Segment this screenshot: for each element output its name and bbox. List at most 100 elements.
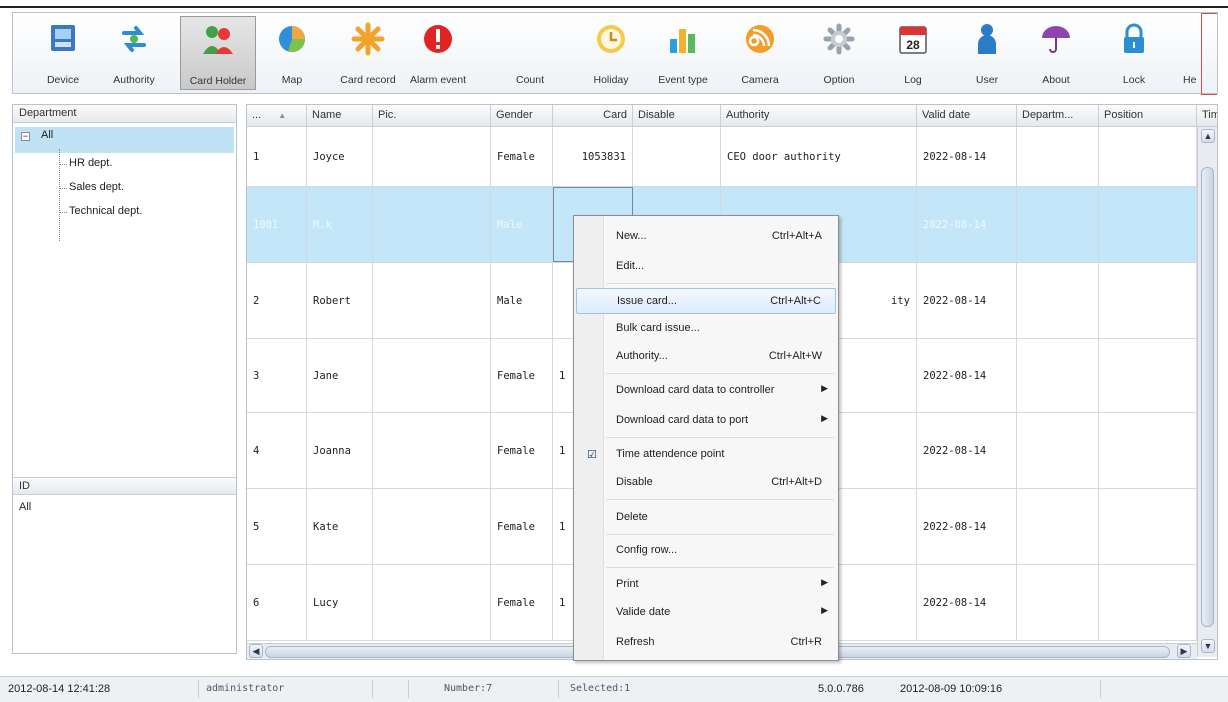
main-toolbar: Device Authority Card Holder Map Card re… (12, 12, 1218, 95)
toolbar-help-button[interactable]: He (1183, 16, 1203, 90)
menu-item-disable[interactable]: Disable Ctrl+Alt+D (576, 470, 836, 496)
cell-position (1099, 413, 1197, 488)
sort-ascending-icon: ▲ (278, 111, 287, 120)
cell-department (1017, 127, 1099, 186)
toolbar-log-button[interactable]: 28 Log (891, 16, 935, 90)
cell-card: 1053831 (553, 127, 633, 186)
cell-gender: Female (491, 413, 553, 488)
cell-valid-date: 2022-08-14 (917, 263, 1017, 338)
cell-valid-date: 2022-08-14 (917, 187, 1017, 262)
cell-gender: Male (491, 187, 553, 262)
column-header-time[interactable]: Tim (1197, 105, 1217, 127)
umbrella-icon (1042, 26, 1070, 53)
menu-separator (606, 534, 834, 535)
vertical-scrollbar[interactable]: ▲ ▼ (1197, 127, 1217, 657)
column-header-number[interactable]: ... ▲ (247, 105, 307, 127)
menu-separator (606, 283, 834, 284)
menu-item-authority[interactable]: Authority... Ctrl+Alt+W (576, 344, 836, 370)
toolbar-overflow-highlight (1201, 13, 1217, 95)
column-header-card[interactable]: Card (553, 105, 633, 127)
status-bar: 2012-08-14 12:41:28 administrator Number… (0, 676, 1228, 702)
cell-department (1017, 413, 1099, 488)
menu-item-delete[interactable]: Delete (576, 505, 836, 531)
cell-gender: Female (491, 489, 553, 564)
tree-connector (59, 188, 67, 189)
status-divider (558, 680, 559, 698)
authority-icon (122, 26, 146, 52)
cell-department (1017, 565, 1099, 640)
cell-position (1099, 187, 1197, 262)
column-header-name[interactable]: Name (307, 105, 373, 127)
id-filter-all[interactable]: All (19, 501, 31, 513)
toolbar-map-button[interactable]: Map (269, 16, 315, 90)
menu-item-refresh[interactable]: Refresh Ctrl+R (576, 630, 836, 656)
toolbar-card-holder-button[interactable]: Card Holder (180, 16, 256, 90)
toolbar-user-button[interactable]: User (963, 16, 1011, 90)
cell-gender: Male (491, 263, 553, 338)
menu-item-edit[interactable]: Edit... (576, 254, 836, 280)
scroll-left-icon[interactable]: ◀ (249, 644, 263, 658)
lock-icon (1124, 23, 1144, 53)
toolbar-device-button[interactable]: Device (37, 16, 89, 90)
menu-item-bulk-card-issue[interactable]: Bulk card issue... (576, 316, 836, 342)
table-row[interactable]: 1 Joyce Female 1053831 CEO door authorit… (247, 127, 1197, 187)
cell-position (1099, 263, 1197, 338)
column-header-gender[interactable]: Gender (491, 105, 553, 127)
scroll-right-icon[interactable]: ▶ (1177, 644, 1191, 658)
tree-node-sales-dept[interactable]: Sales dept. (69, 181, 124, 193)
scroll-down-icon[interactable]: ▼ (1201, 639, 1215, 653)
window-top-border (0, 6, 1228, 8)
cell-number: 3 (247, 339, 307, 412)
menu-item-download-to-controller[interactable]: Download card data to controller ▶ (576, 378, 836, 404)
menu-item-issue-card[interactable]: Issue card... Ctrl+Alt+C (576, 288, 836, 314)
menu-item-download-to-port[interactable]: Download card data to port ▶ (576, 408, 836, 434)
tree-node-technical-dept[interactable]: Technical dept. (69, 205, 142, 217)
tree-connector (59, 164, 67, 165)
tree-node-all-label: All (41, 129, 54, 141)
cell-disable (633, 127, 721, 186)
cell-picture (373, 127, 491, 186)
tree-node-hr-dept[interactable]: HR dept. (69, 157, 112, 169)
cell-name: Lucy (307, 565, 373, 640)
cell-position (1099, 127, 1197, 186)
column-header-pic[interactable]: Pic. (373, 105, 491, 127)
column-header-disable[interactable]: Disable (633, 105, 721, 127)
collapse-icon[interactable]: − (21, 132, 30, 141)
toolbar-holiday-button[interactable]: Holiday (585, 16, 637, 90)
toolbar-lock-button[interactable]: Lock (1111, 16, 1157, 90)
cell-number: 5 (247, 489, 307, 564)
camera-icon (746, 25, 774, 53)
scroll-up-icon[interactable]: ▲ (1201, 129, 1215, 143)
toolbar-about-button[interactable]: About (1031, 16, 1081, 90)
card-record-icon (351, 22, 385, 56)
menu-item-print[interactable]: Print ▶ (576, 572, 836, 598)
toolbar-camera-button[interactable]: Camera (731, 16, 789, 90)
toolbar-card-record-button[interactable]: Card record (335, 16, 401, 90)
cell-number: 1001 (247, 187, 307, 262)
vertical-scroll-thumb[interactable] (1201, 167, 1214, 627)
submenu-arrow-icon: ▶ (821, 577, 828, 587)
column-header-department[interactable]: Departm... (1017, 105, 1099, 127)
count-icon (506, 20, 528, 56)
department-header: Department (13, 105, 236, 123)
toolbar-event-type-button[interactable]: Event type (651, 16, 715, 90)
menu-item-config-row[interactable]: Config row... (576, 538, 836, 564)
column-header-authority[interactable]: Authority (721, 105, 917, 127)
cell-picture (373, 187, 491, 262)
column-header-valid-date[interactable]: Valid date (917, 105, 1017, 127)
toolbar-authority-button[interactable]: Authority (103, 16, 165, 90)
status-divider (408, 680, 409, 698)
cell-department (1017, 489, 1099, 564)
device-icon (51, 25, 75, 51)
cell-number: 2 (247, 263, 307, 338)
menu-item-time-attendance-point[interactable]: ☑ Time attendence point (576, 442, 836, 468)
menu-item-valid-date[interactable]: Valide date ▶ (576, 600, 836, 626)
toolbar-option-button[interactable]: Option (813, 16, 865, 90)
cell-name: Joyce (307, 127, 373, 186)
toolbar-alarm-event-button[interactable]: Alarm event (405, 16, 471, 90)
tree-node-all[interactable]: − All (15, 127, 234, 153)
menu-item-new[interactable]: New... Ctrl+Alt+A (576, 224, 836, 250)
column-header-position[interactable]: Position (1099, 105, 1197, 127)
menu-separator (606, 499, 834, 500)
status-version: 5.0.0.786 (818, 683, 864, 695)
